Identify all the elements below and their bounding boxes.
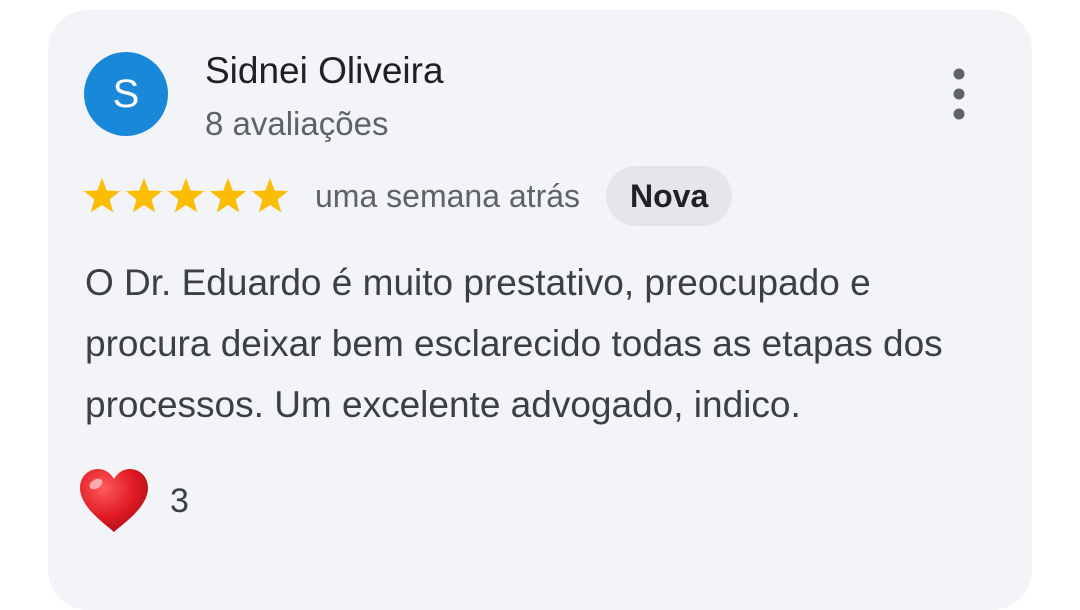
avatar[interactable]: S — [84, 52, 168, 136]
avatar-letter: S — [112, 72, 140, 116]
reaction-button[interactable]: 3 — [78, 468, 189, 534]
more-vertical-icon — [953, 68, 965, 120]
star-icon — [167, 178, 205, 213]
review-text: O Dr. Eduardo é muito prestativo, preocu… — [85, 262, 943, 425]
reaction-count: 3 — [170, 481, 189, 520]
heart-icon — [80, 469, 148, 532]
more-options-button[interactable] — [936, 64, 982, 124]
star-icon — [125, 178, 163, 213]
star-icon — [83, 178, 121, 213]
new-badge: Nova — [606, 166, 733, 226]
reviewer-name[interactable]: Sidnei Oliveira — [205, 50, 444, 92]
rating-row: uma semana atrás Nova — [82, 166, 733, 226]
star-icon — [209, 178, 247, 213]
review-date: uma semana atrás — [315, 177, 581, 214]
reviewer-review-count: 8 avaliações — [205, 105, 389, 142]
star-rating — [82, 176, 290, 216]
star-icon — [251, 178, 289, 213]
